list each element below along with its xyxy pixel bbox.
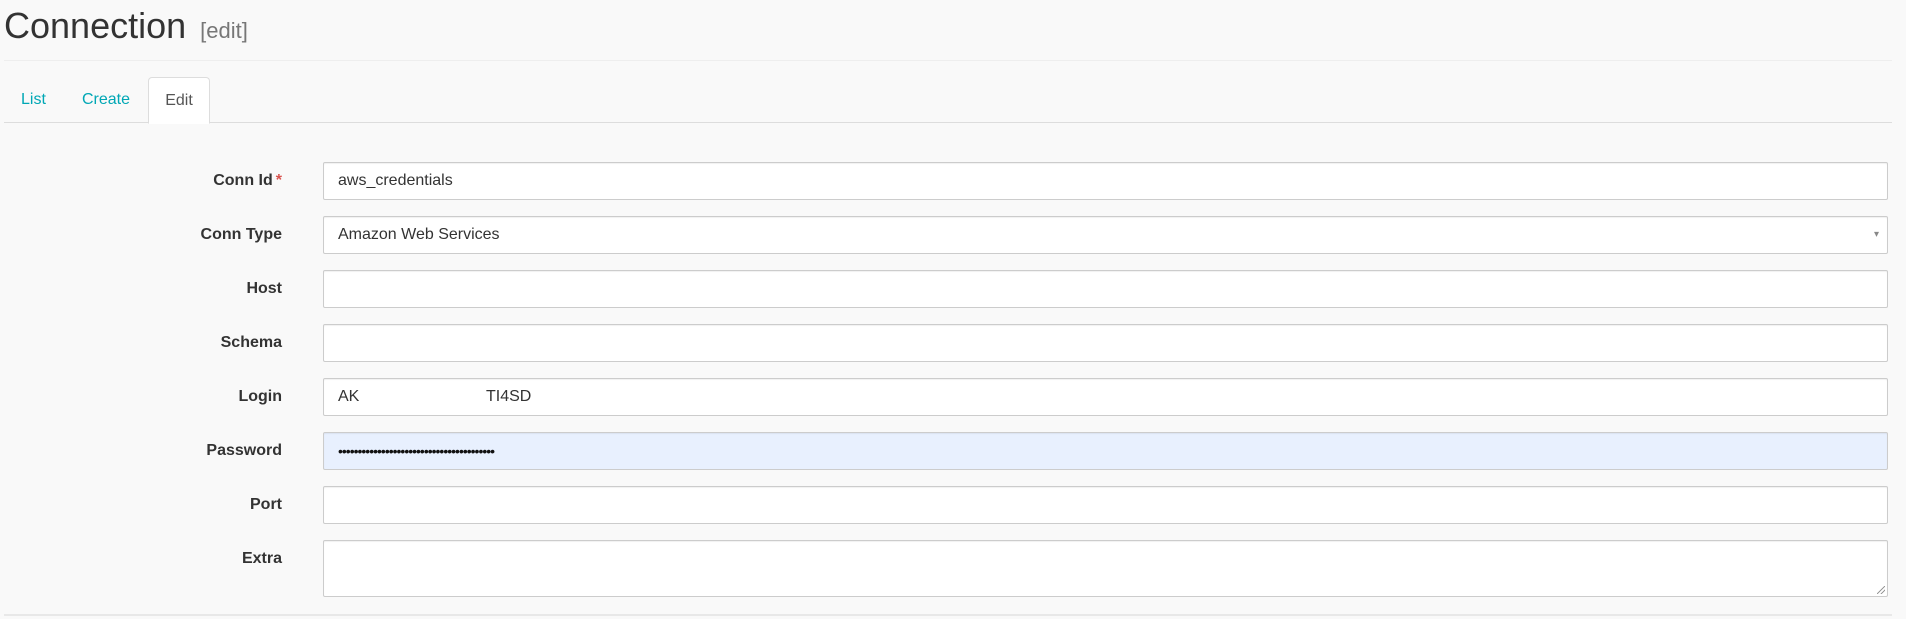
form-row-extra: Extra [0, 540, 1906, 597]
login-input[interactable]: AK TI4SD [323, 378, 1888, 416]
header-divider [4, 60, 1892, 61]
host-input[interactable] [323, 270, 1888, 308]
conn-id-label-text: Conn Id [213, 172, 273, 189]
form-row-login: Login AK TI4SD [0, 378, 1906, 416]
login-label: Login [238, 388, 282, 405]
chevron-down-icon: ▾ [1873, 229, 1879, 240]
schema-label: Schema [220, 334, 282, 351]
extra-label: Extra [241, 550, 282, 567]
form-row-password: Password •••••••••••••••••••••••••••••••… [0, 432, 1906, 470]
password-input[interactable]: •••••••••••••••••••••••••••••••••••••••• [323, 432, 1888, 470]
form-row-schema: Schema [0, 324, 1906, 362]
footer-divider [4, 614, 1892, 616]
required-mark: * [275, 172, 282, 189]
form-row-conn-id: Conn Id * aws_credentials [0, 162, 1906, 200]
resize-handle-icon[interactable] [1877, 586, 1885, 594]
form-row-host: Host [0, 270, 1906, 308]
conn-id-label: Conn Id * [213, 162, 282, 200]
password-value: •••••••••••••••••••••••••••••••••••••••• [338, 443, 495, 459]
login-value-prefix: AK [338, 388, 360, 405]
login-value-suffix: TI4SD [486, 388, 532, 405]
tab-create[interactable]: Create [82, 77, 130, 122]
port-label: Port [250, 496, 282, 513]
conn-type-label: Conn Type [200, 226, 282, 243]
conn-id-value: aws_credentials [338, 172, 453, 189]
schema-input[interactable] [323, 324, 1888, 362]
host-label: Host [246, 280, 282, 297]
form-row-port: Port [0, 486, 1906, 524]
extra-textarea[interactable] [323, 540, 1888, 597]
conn-type-select[interactable]: Amazon Web Services ▾ [323, 216, 1888, 254]
page-title: Connection [edit] [4, 4, 248, 53]
conn-id-input[interactable]: aws_credentials [323, 162, 1888, 200]
edit-tag: [edit] [200, 18, 248, 43]
tab-edit[interactable]: Edit [148, 77, 210, 124]
form-row-conn-type: Conn Type Amazon Web Services ▾ [0, 216, 1906, 254]
page-title-text: Connection [4, 5, 187, 46]
conn-type-value: Amazon Web Services [338, 226, 500, 243]
tab-bar: List Create Edit [4, 77, 1892, 124]
tab-list[interactable]: List [21, 77, 46, 122]
password-label: Password [206, 442, 282, 459]
port-input[interactable] [323, 486, 1888, 524]
